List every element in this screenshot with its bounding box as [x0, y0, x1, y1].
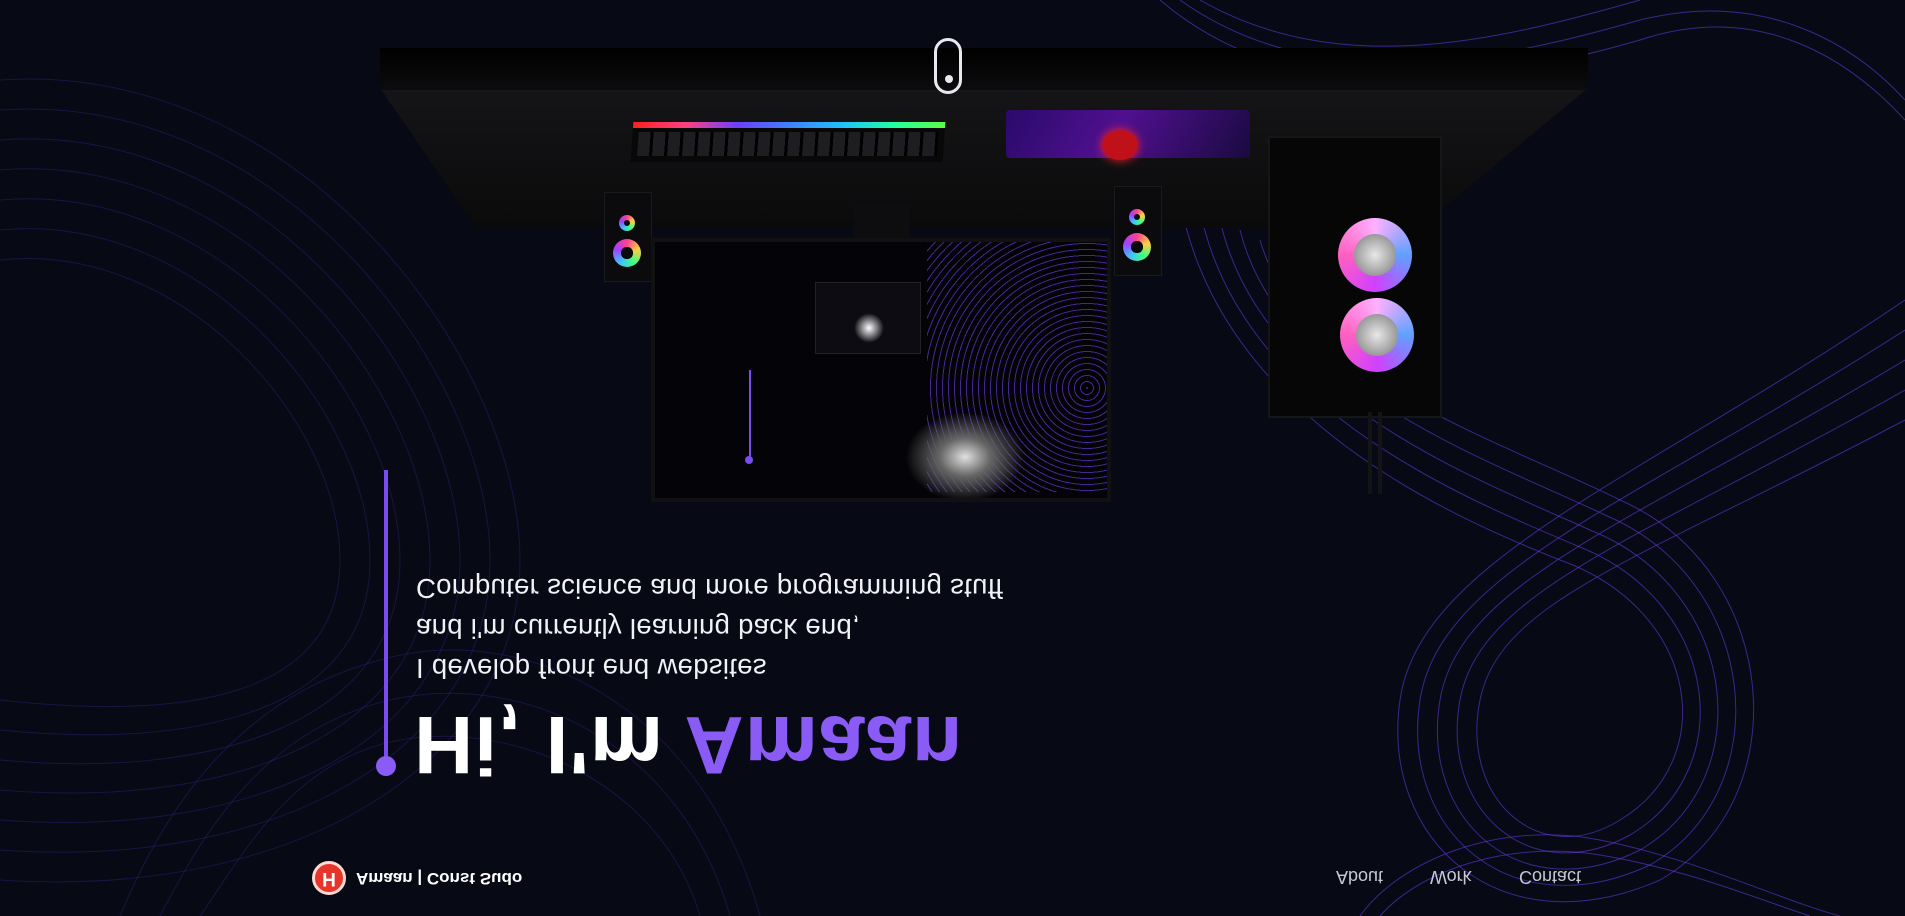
pc-fan-top [1338, 218, 1412, 292]
keyboard-rgb-strip [632, 122, 946, 128]
rgb-keyboard [630, 122, 946, 162]
monitor-mini-scene [815, 282, 921, 354]
hero-greeting: Hi, I'm [414, 699, 685, 790]
hero-name: Amaan [684, 699, 963, 790]
speaker-ring-small [619, 215, 635, 231]
pc-cable [1368, 412, 1372, 494]
portfolio-scene: Computer science and more programming st… [0, 0, 1905, 916]
speaker-ring-large [1123, 233, 1151, 261]
monitor-stand [854, 204, 910, 240]
monitor-accent-dot [745, 456, 753, 464]
monitor-screen [651, 238, 1111, 502]
scroll-mouse-icon[interactable] [934, 38, 962, 94]
monitor-accent-line [749, 370, 751, 462]
hero-description: Computer science and more programming st… [416, 568, 1003, 688]
hero-line-3: I develop front end websites [416, 653, 767, 684]
gaming-mouse [1102, 130, 1138, 160]
speaker-left [604, 192, 652, 282]
monitor-glow [905, 412, 1025, 498]
nav-link-work[interactable]: Work [1430, 866, 1472, 890]
pc-case [1268, 136, 1442, 418]
brand-link[interactable]: H Amaan | Const Sudo [312, 861, 523, 895]
pc-fan-bottom [1340, 298, 1414, 372]
brand-logo-letter: H [322, 868, 336, 889]
hero-accent-dot [376, 756, 396, 776]
nav-link-about[interactable]: About [1336, 866, 1383, 890]
brand-name: Amaan | Const Sudo [356, 869, 523, 888]
nav-link-label: Contact [1519, 867, 1582, 887]
hero-title: Hi, I'm Amaan [414, 699, 963, 790]
nav-link-contact[interactable]: Contact [1519, 866, 1581, 890]
speaker-right [1114, 186, 1162, 276]
hero-line-2: and i'm currently learning back end, [416, 613, 861, 644]
nav-link-label: Work [1430, 867, 1472, 887]
speaker-ring-large [613, 239, 641, 267]
keyboard-keys [637, 132, 939, 156]
nav-link-label: About [1336, 867, 1384, 887]
speaker-ring-small [1129, 209, 1145, 225]
scroll-wheel-dot [945, 75, 953, 83]
hero-accent-line [384, 470, 388, 766]
desk-top [380, 48, 1588, 90]
hero-line-1: Computer science and more programming st… [416, 573, 1004, 604]
pc-cable [1378, 412, 1382, 494]
brand-logo-icon: H [312, 861, 346, 895]
